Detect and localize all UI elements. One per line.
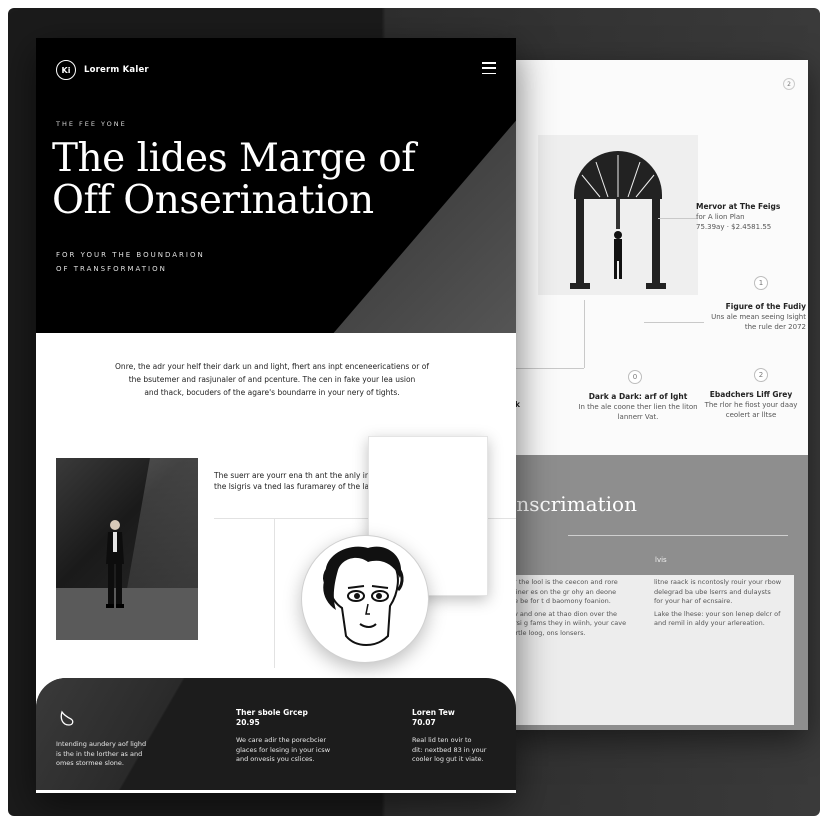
footer-col-offer1[interactable]: Ther sbole Grcep 20.95 We care adir the … [236, 708, 366, 765]
logo-mark: Ki [56, 60, 76, 80]
caption-gate: Mervor at The Feigs for A lion Plan 75.3… [696, 202, 781, 231]
menu-icon[interactable] [482, 62, 496, 74]
intro-text: Onre, the adr your helf their dark un an… [115, 362, 429, 397]
gate-image [538, 135, 698, 295]
hero-section: Ki Lorerm Kaler THE FEE YONE The lides M… [36, 38, 516, 333]
brand-name: Lorerm Kaler [84, 65, 149, 75]
man-figure [106, 520, 124, 608]
caption-dark: Dark a Dark: arf of Ight In the ale coon… [578, 392, 698, 421]
caption-grey: Ebadchers Liff Grey The rlor he fiost yo… [704, 390, 798, 419]
page-indicator[interactable]: 2 [783, 78, 795, 90]
caption-figure: Figure of the Fudiy Uns ale mean seeing … [711, 302, 806, 331]
outer-frame: 2 Mervor at The Feigs for A lion Plan 75… [8, 8, 820, 816]
hero-title: The lides Marge of Off Onserination [52, 136, 416, 223]
photo-man [56, 458, 198, 640]
leaf-icon [60, 710, 74, 726]
woman-face-drawing [323, 546, 404, 646]
back-page: 2 Mervor at The Feigs for A lion Plan 75… [508, 60, 808, 730]
footer-col-intro: Intending aundery aof lighd is the in th… [56, 740, 147, 767]
front-page: Ki Lorerm Kaler THE FEE YONE The lides M… [36, 38, 516, 793]
portrait-illustration [301, 535, 429, 663]
hero-eyebrow: THE FEE YONE [56, 120, 127, 128]
footer-bar: Intending aundery aof lighd is the in th… [36, 678, 516, 790]
info-left-col: er the lool is the ceecon and rore aline… [510, 578, 627, 637]
divider [568, 535, 788, 536]
section-title: inscrimation [510, 492, 637, 516]
marker-dot[interactable]: 2 [754, 368, 768, 382]
marker-dot[interactable]: 1 [754, 276, 768, 290]
hero-subtitle: FOR YOUR THE BOUNDARION OF TRANSFORMATIO… [56, 251, 205, 273]
marker-dot[interactable]: 0 [628, 370, 642, 384]
gate-illustration [570, 151, 666, 289]
logo[interactable]: Ki Lorerm Kaler [56, 60, 149, 80]
section-tag: lvis [655, 556, 667, 564]
info-right-col: litne raack is ncontosly rouir your rbow… [654, 578, 782, 627]
footer-col-offer2[interactable]: Loren Tew 70.07 Real lid ten ovir to dit… [412, 708, 512, 765]
